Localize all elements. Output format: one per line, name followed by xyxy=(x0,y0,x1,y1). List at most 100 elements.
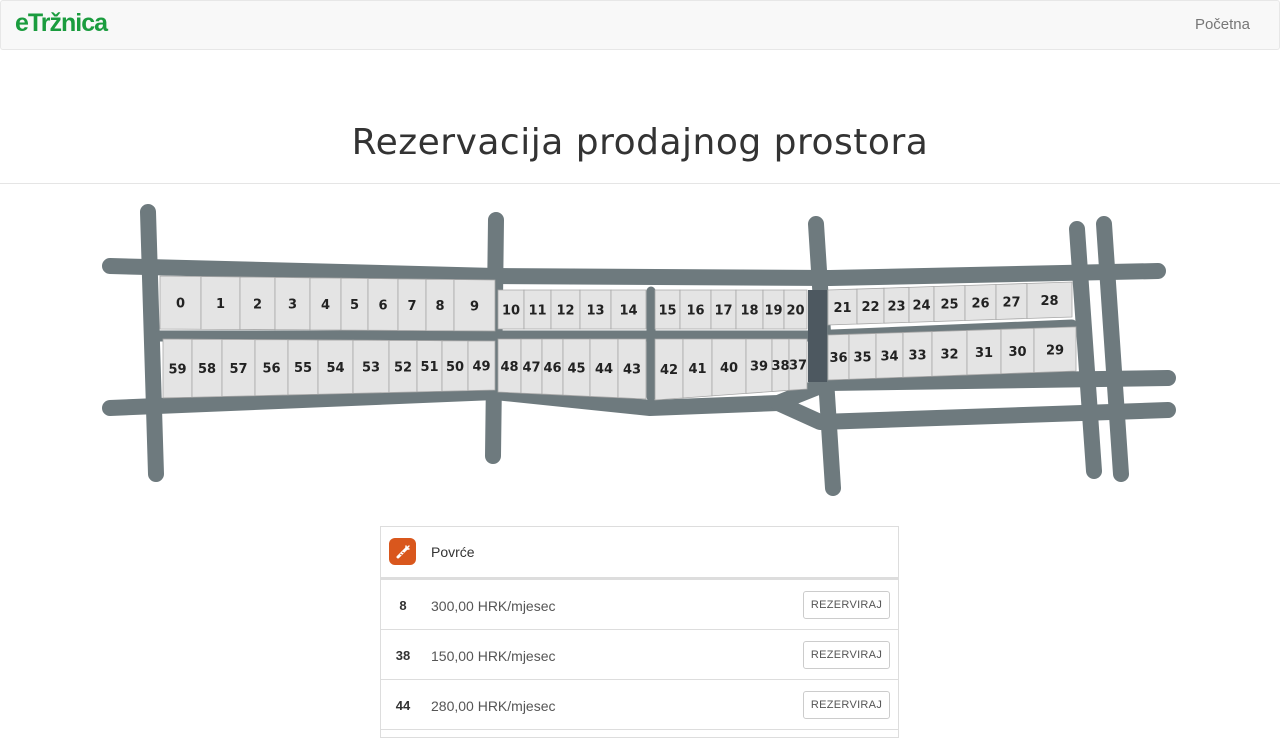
stall-shape[interactable] xyxy=(617,338,647,400)
stall-shape[interactable] xyxy=(550,289,581,330)
stall-shape[interactable] xyxy=(848,333,877,380)
stall-shape[interactable] xyxy=(783,289,808,330)
stall-shape[interactable] xyxy=(710,289,737,330)
stall-shape[interactable] xyxy=(467,340,496,392)
stall-56[interactable]: 56 xyxy=(254,339,289,397)
stall-shape[interactable] xyxy=(931,330,968,377)
stall-44[interactable]: 44 xyxy=(589,338,619,399)
stall-shape[interactable] xyxy=(654,289,681,330)
stall-17[interactable]: 17 xyxy=(710,289,737,330)
stall-22[interactable]: 22 xyxy=(856,287,885,325)
stall-shape[interactable] xyxy=(589,338,619,399)
stall-23[interactable]: 23 xyxy=(883,286,910,324)
stall-3[interactable]: 3 xyxy=(274,276,311,331)
stall-shape[interactable] xyxy=(562,338,591,397)
stall-32[interactable]: 32 xyxy=(931,330,968,377)
stall-28[interactable]: 28 xyxy=(1026,281,1073,319)
stall-shape[interactable] xyxy=(827,333,850,381)
stall-20[interactable]: 20 xyxy=(783,289,808,330)
stall-15[interactable]: 15 xyxy=(654,289,681,330)
stall-39[interactable]: 39 xyxy=(745,338,773,394)
stall-shape[interactable] xyxy=(254,339,289,397)
stall-shape[interactable] xyxy=(200,276,241,330)
stall-shape[interactable] xyxy=(497,289,525,330)
stall-shape[interactable] xyxy=(682,338,713,399)
stall-shape[interactable] xyxy=(309,277,342,331)
stall-53[interactable]: 53 xyxy=(352,339,390,394)
stall-shape[interactable] xyxy=(162,338,193,399)
stall-shape[interactable] xyxy=(520,338,543,395)
stall-35[interactable]: 35 xyxy=(848,333,877,380)
stall-shape[interactable] xyxy=(416,340,443,393)
stall-shape[interactable] xyxy=(679,289,712,330)
stall-8[interactable]: 8 xyxy=(425,278,455,332)
stall-59[interactable]: 59 xyxy=(162,338,193,399)
stall-shape[interactable] xyxy=(771,338,790,392)
stall-shape[interactable] xyxy=(317,339,354,395)
stall-shape[interactable] xyxy=(274,276,311,331)
stall-13[interactable]: 13 xyxy=(579,289,612,330)
stall-shape[interactable] xyxy=(654,338,684,401)
stall-11[interactable]: 11 xyxy=(523,289,552,330)
stall-38[interactable]: 38 xyxy=(771,338,790,392)
stall-21[interactable]: 21 xyxy=(827,288,858,326)
stall-shape[interactable] xyxy=(453,279,496,332)
stall-49[interactable]: 49 xyxy=(467,340,496,392)
stall-58[interactable]: 58 xyxy=(191,338,223,398)
stall-shape[interactable] xyxy=(340,277,369,331)
stall-shape[interactable] xyxy=(287,339,319,396)
reserve-button[interactable]: REZERVIRAJ xyxy=(803,691,890,719)
stall-shape[interactable] xyxy=(541,338,564,396)
nav-link-home[interactable]: Početna xyxy=(1195,16,1250,33)
stall-shape[interactable] xyxy=(966,328,1002,376)
stall-54[interactable]: 54 xyxy=(317,339,354,395)
stall-5[interactable]: 5 xyxy=(340,277,369,331)
stall-shape[interactable] xyxy=(579,289,612,330)
stall-46[interactable]: 46 xyxy=(541,338,564,396)
stall-27[interactable]: 27 xyxy=(995,283,1028,320)
stall-shape[interactable] xyxy=(711,338,747,397)
stall-shape[interactable] xyxy=(239,276,276,331)
stall-shape[interactable] xyxy=(908,286,935,323)
stall-37[interactable]: 37 xyxy=(788,338,808,391)
stall-36[interactable]: 36 xyxy=(827,333,850,381)
stall-shape[interactable] xyxy=(1000,327,1035,375)
stall-16[interactable]: 16 xyxy=(679,289,712,330)
stall-2[interactable]: 2 xyxy=(239,276,276,331)
stall-shape[interactable] xyxy=(883,286,910,324)
stall-shape[interactable] xyxy=(610,289,647,330)
stall-shape[interactable] xyxy=(352,339,390,394)
stall-45[interactable]: 45 xyxy=(562,338,591,397)
stall-50[interactable]: 50 xyxy=(441,340,469,392)
stall-48[interactable]: 48 xyxy=(497,338,522,394)
stall-18[interactable]: 18 xyxy=(735,289,764,330)
stall-shape[interactable] xyxy=(933,285,966,322)
stall-shape[interactable] xyxy=(856,287,885,325)
brand-logo[interactable]: eTržnica xyxy=(15,9,108,38)
stall-shape[interactable] xyxy=(827,288,858,326)
stall-shape[interactable] xyxy=(388,339,418,393)
stall-6[interactable]: 6 xyxy=(367,278,399,331)
stall-shape[interactable] xyxy=(1026,281,1073,319)
stall-43[interactable]: 43 xyxy=(617,338,647,400)
stall-9[interactable]: 9 xyxy=(453,279,496,332)
stall-41[interactable]: 41 xyxy=(682,338,713,399)
stall-shape[interactable] xyxy=(425,278,455,332)
stall-shape[interactable] xyxy=(762,289,785,330)
stall-25[interactable]: 25 xyxy=(933,285,966,322)
stall-47[interactable]: 47 xyxy=(520,338,543,395)
stall-shape[interactable] xyxy=(788,338,808,391)
stall-33[interactable]: 33 xyxy=(902,331,933,378)
stall-29[interactable]: 29 xyxy=(1033,326,1077,373)
reserve-button[interactable]: REZERVIRAJ xyxy=(803,591,890,619)
stall-shape[interactable] xyxy=(735,289,764,330)
stall-10[interactable]: 10 xyxy=(497,289,525,330)
stall-57[interactable]: 57 xyxy=(221,338,256,397)
stall-55[interactable]: 55 xyxy=(287,339,319,396)
stall-52[interactable]: 52 xyxy=(388,339,418,393)
stall-14[interactable]: 14 xyxy=(610,289,647,330)
reserve-button[interactable]: REZERVIRAJ xyxy=(803,641,890,669)
stall-shape[interactable] xyxy=(159,275,202,330)
stall-shape[interactable] xyxy=(995,283,1028,320)
stall-30[interactable]: 30 xyxy=(1000,327,1035,375)
